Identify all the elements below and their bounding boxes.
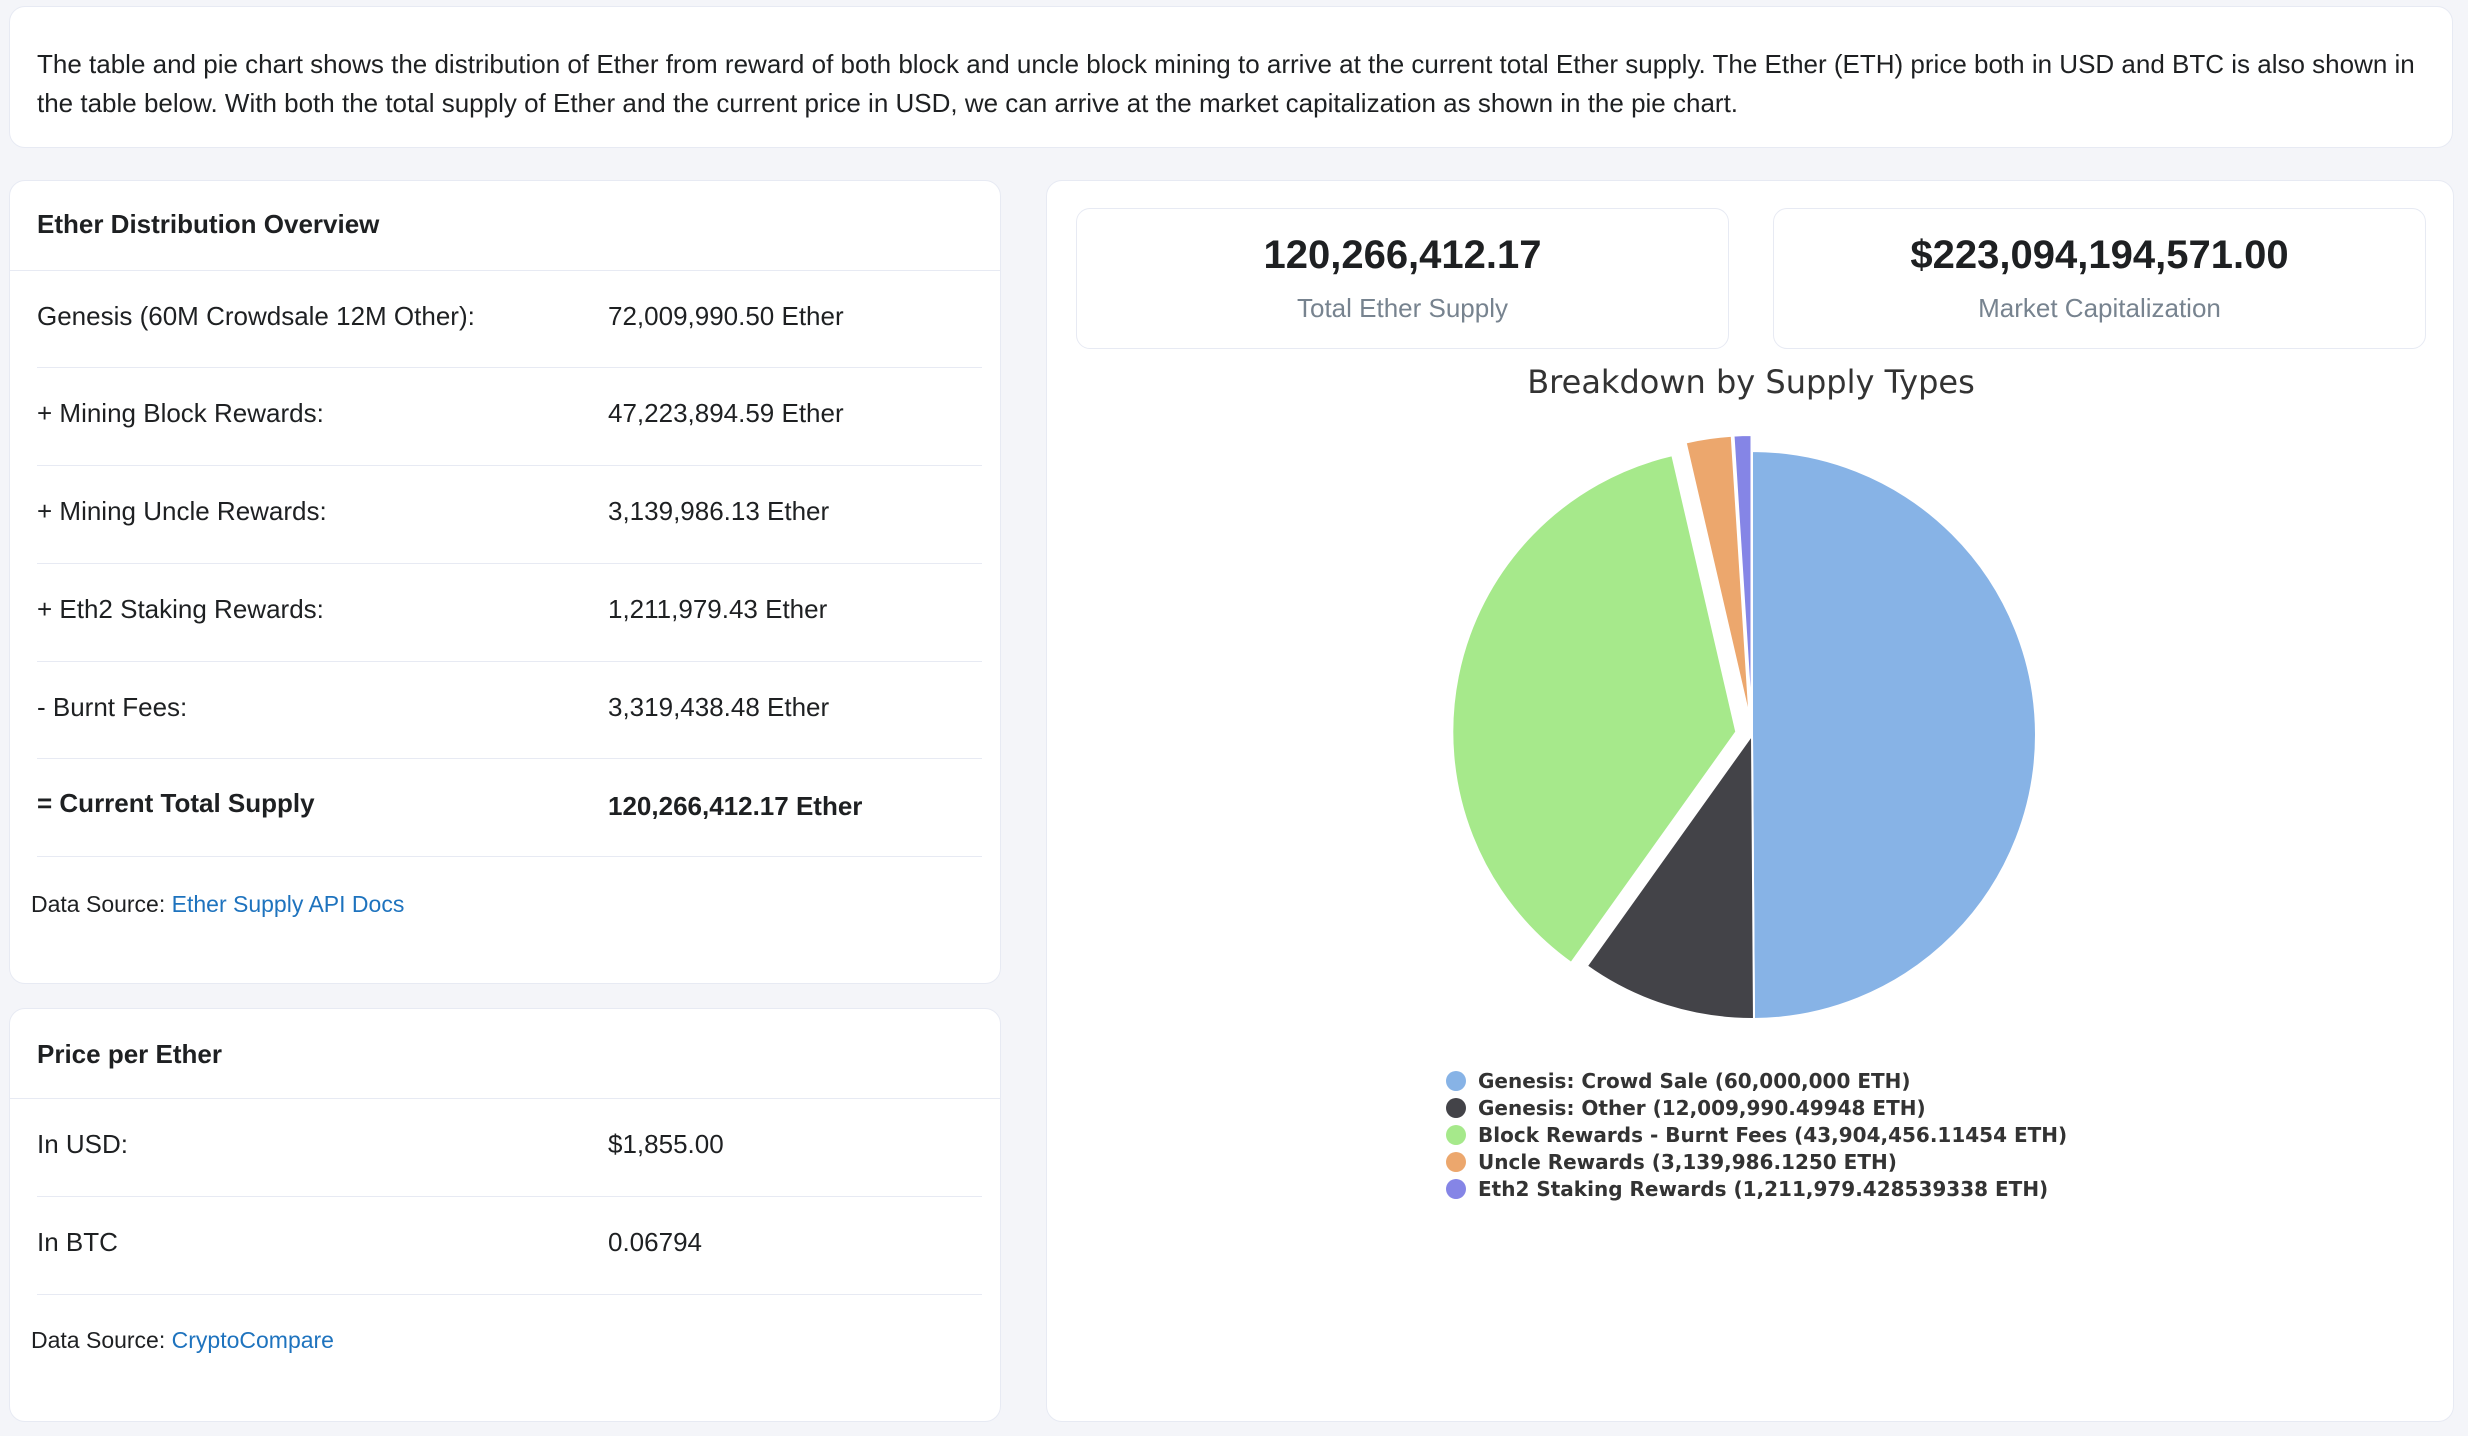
row-price-btc: In BTC 0.06794 — [37, 1197, 982, 1295]
row-genesis: Genesis (60M Crowdsale 12M Other): 72,00… — [37, 271, 982, 368]
distribution-card-header: Ether Distribution Overview — [10, 181, 1000, 271]
row-label: - Burnt Fees: — [37, 692, 188, 722]
legend-item[interactable]: Block Rewards - Burnt Fees (43,904,456.1… — [1478, 1123, 2067, 1147]
row-label: In BTC — [37, 1227, 118, 1257]
legend-item[interactable]: Genesis: Other (12,009,990.49948 ETH) — [1478, 1096, 1926, 1120]
row-value: 0.06794 — [608, 1227, 702, 1257]
row-mining-block-rewards: + Mining Block Rewards: 47,223,894.59 Et… — [37, 368, 982, 466]
row-mining-uncle-rewards: + Mining Uncle Rewards: 3,139,986.13 Eth… — [37, 466, 982, 564]
distribution-card: Ether Distribution Overview Genesis (60M… — [9, 180, 1001, 984]
legend-item[interactable]: Eth2 Staking Rewards (1,211,979.42853933… — [1478, 1177, 2048, 1201]
row-value: 3,139,986.13 Ether — [608, 496, 830, 526]
legend-marker — [1446, 1179, 1466, 1199]
price-card-header: Price per Ether — [10, 1009, 1000, 1099]
chart-title: Breakdown by Supply Types — [1527, 363, 1975, 401]
price-title: Price per Ether — [37, 1039, 222, 1069]
row-price-usd: In USD: $1,855.00 — [37, 1099, 982, 1197]
row-label: In USD: — [37, 1129, 129, 1159]
chart-card: 120,266,412.17 Total Ether Supply $223,0… — [1046, 180, 2454, 1422]
row-label: + Mining Uncle Rewards: — [37, 496, 327, 526]
distribution-data-source: Data Source: Ether Supply API Docs — [31, 891, 404, 918]
data-source-label: Data Source: — [31, 891, 172, 917]
legend-marker — [1446, 1098, 1466, 1118]
row-eth2-staking-rewards: + Eth2 Staking Rewards: 1,211,979.43 Eth… — [37, 564, 982, 662]
row-label: + Eth2 Staking Rewards: — [37, 594, 324, 624]
row-value: 1,211,979.43 Ether — [608, 594, 828, 624]
pie-slice[interactable] — [1751, 449, 2037, 1021]
distribution-title: Ether Distribution Overview — [37, 209, 380, 239]
cryptocompare-link[interactable]: CryptoCompare — [172, 1327, 334, 1353]
legend-item[interactable]: Uncle Rewards (3,139,986.1250 ETH) — [1478, 1150, 1897, 1174]
legend-marker — [1446, 1125, 1466, 1145]
row-current-total-supply: = Current Total Supply 120,266,412.17 Et… — [37, 759, 982, 857]
ether-supply-api-docs-link[interactable]: Ether Supply API Docs — [172, 891, 405, 917]
row-value: 3,319,438.48 Ether — [608, 692, 830, 722]
intro-text: The table and pie chart shows the distri… — [37, 49, 2415, 118]
price-data-source: Data Source: CryptoCompare — [31, 1327, 334, 1354]
row-value: 47,223,894.59 Ether — [608, 398, 844, 428]
legend-marker — [1446, 1152, 1466, 1172]
intro-card: The table and pie chart shows the distri… — [9, 6, 2453, 148]
row-value: $1,855.00 — [608, 1129, 724, 1159]
row-label: = Current Total Supply — [37, 788, 315, 818]
row-burnt-fees: - Burnt Fees: 3,319,438.48 Ether — [37, 662, 982, 759]
legend-marker — [1446, 1071, 1466, 1091]
price-card: Price per Ether In USD: $1,855.00 In BTC… — [9, 1008, 1001, 1422]
row-value: 72,009,990.50 Ether — [608, 301, 844, 331]
supply-pie-chart: Breakdown by Supply Types Genesis: Crowd… — [1446, 363, 2067, 1201]
legend-item[interactable]: Genesis: Crowd Sale (60,000,000 ETH) — [1478, 1069, 1911, 1093]
row-value: 120,266,412.17 Ether — [608, 791, 863, 821]
data-source-label: Data Source: — [31, 1327, 172, 1353]
row-label: Genesis (60M Crowdsale 12M Other): — [37, 301, 475, 331]
row-label: + Mining Block Rewards: — [37, 398, 324, 428]
